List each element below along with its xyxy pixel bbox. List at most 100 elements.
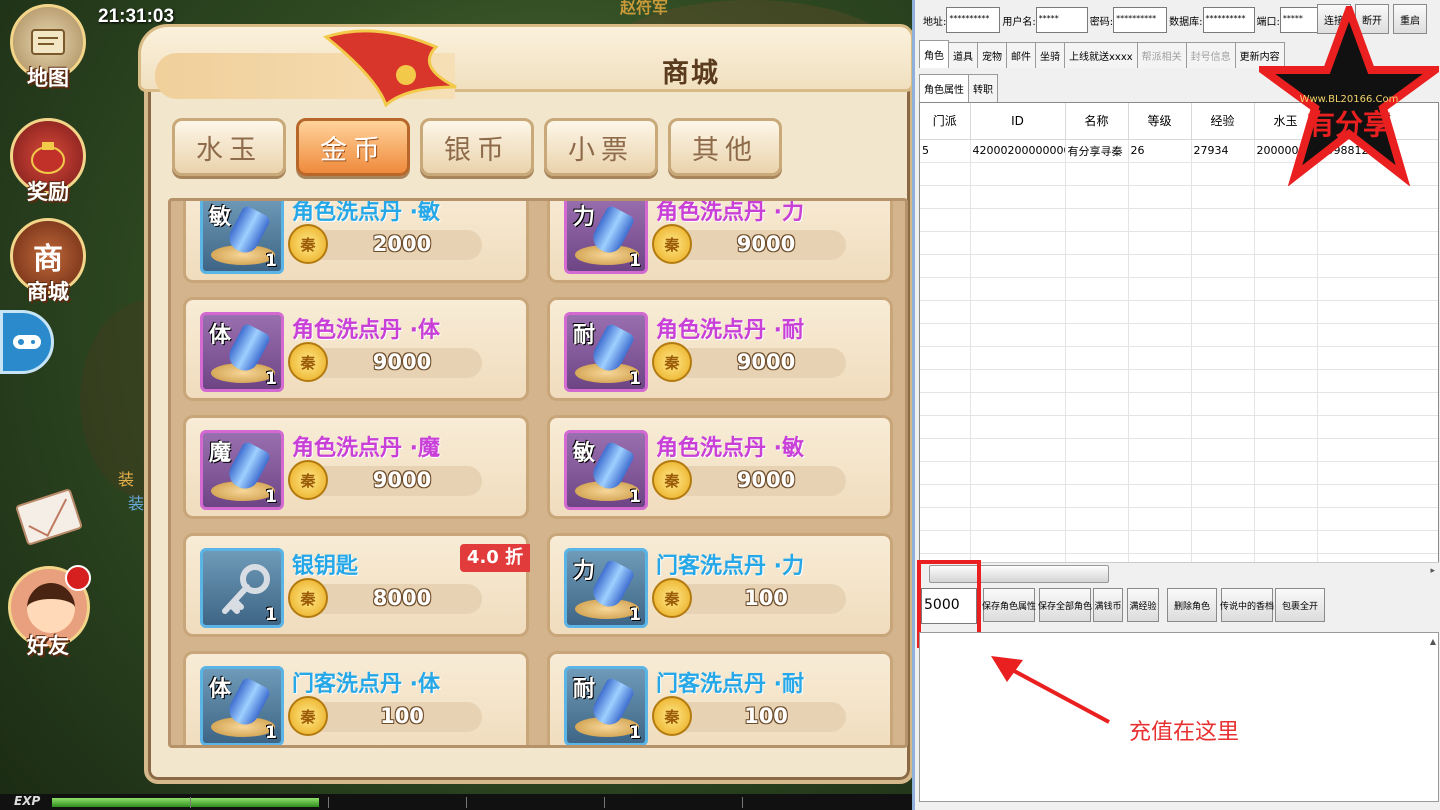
empty-cell — [920, 461, 971, 485]
item-quantity: 1 — [265, 369, 277, 389]
field-input[interactable]: ********** — [946, 7, 1001, 33]
item-stat-char: 敏 — [573, 441, 596, 466]
action-button[interactable]: 满经验 — [1127, 588, 1159, 622]
field-input[interactable]: ********** — [1202, 7, 1255, 33]
action-button[interactable]: 满钱币 — [1093, 588, 1123, 622]
shop-item-card[interactable]: 敏 1 角色洗点丹 ·敏秦 2000 — [183, 200, 529, 283]
price-bar: 秦 9000 — [288, 460, 482, 500]
item-quantity: 1 — [265, 487, 277, 507]
gamepad-icon[interactable] — [0, 310, 54, 374]
main-tab[interactable]: 坐骑 — [1035, 42, 1065, 68]
shop-item-card[interactable]: 耐 1 门客洗点丹 ·耐秦 100 — [547, 651, 893, 745]
empty-cell — [1254, 415, 1318, 439]
shop-item-card[interactable]: 体 1 角色洗点丹 ·体秦 9000 — [183, 297, 529, 401]
main-tab[interactable]: 帮派相关 — [1136, 42, 1187, 68]
notification-dot — [65, 565, 91, 591]
reward-button[interactable]: 奖励 — [4, 118, 92, 206]
column-header[interactable]: 名称 — [1065, 103, 1129, 140]
empty-cell — [1191, 461, 1255, 485]
shop-item-card[interactable]: 力 1 角色洗点丹 ·力秦 9000 — [547, 201, 893, 283]
tab-4[interactable]: 其他 — [668, 118, 782, 176]
column-header[interactable]: ID — [970, 103, 1066, 140]
mail-icon[interactable] — [14, 488, 84, 546]
coin-icon: 秦 — [288, 460, 328, 500]
exp-tick — [466, 797, 467, 808]
main-tab[interactable]: 上线就送xxxx — [1064, 42, 1138, 68]
action-button[interactable]: 删除角色 — [1167, 588, 1217, 622]
empty-cell — [1191, 369, 1255, 393]
shop-item-card[interactable]: 1 银钥匙秦 8000 4.0 折 — [183, 533, 530, 637]
field-input[interactable]: ***** — [1035, 7, 1088, 33]
tab-2[interactable]: 银币 — [420, 118, 534, 176]
shop-item-card[interactable]: 魔 1 角色洗点丹 ·魔秦 9000 — [183, 415, 529, 519]
item-icon: 耐1 — [564, 666, 648, 745]
shop-item-card[interactable]: 力 1 门客洗点丹 ·力秦 100 — [547, 533, 893, 637]
sub-tab[interactable]: 角色属性 — [919, 74, 969, 102]
empty-cell — [1065, 208, 1129, 232]
shop-item-card[interactable]: 耐 1 角色洗点丹 ·耐秦 9000 — [547, 297, 893, 401]
item-icon: 敏1 — [564, 430, 648, 510]
empty-cell — [1254, 438, 1318, 462]
item-name: 角色洗点丹 ·敏 — [292, 200, 441, 225]
empty-row — [920, 461, 1438, 485]
empty-cell — [1191, 346, 1255, 370]
shop-item-card[interactable]: 敏 1 角色洗点丹 ·敏秦 9000 — [547, 415, 893, 519]
empty-cell — [920, 231, 971, 255]
column-header[interactable]: 门派 — [920, 103, 971, 140]
empty-cell — [1317, 461, 1438, 485]
main-tab[interactable]: 角色 — [919, 40, 949, 68]
empty-cell — [1128, 507, 1192, 531]
empty-cell — [1191, 484, 1255, 508]
action-button[interactable]: 包裹全开 — [1275, 588, 1325, 622]
shop-button[interactable]: 商 商城 — [4, 218, 92, 306]
empty-row — [920, 415, 1438, 439]
map-button[interactable]: 地图 — [4, 4, 92, 92]
column-header[interactable]: 等级 — [1128, 103, 1192, 140]
item-name: 角色洗点丹 ·耐 — [656, 318, 805, 343]
empty-cell — [1191, 415, 1255, 439]
sub-tab[interactable]: 转职 — [968, 74, 998, 102]
column-header[interactable]: 经验 — [1191, 103, 1255, 140]
empty-cell — [1128, 438, 1192, 462]
empty-cell — [1065, 346, 1129, 370]
coin-icon: 秦 — [652, 224, 692, 264]
empty-cell — [1191, 323, 1255, 347]
empty-cell — [920, 162, 971, 186]
item-stat-char: 力 — [573, 205, 596, 230]
scroll-right-arrow-icon[interactable]: ▸ — [1430, 566, 1435, 576]
action-button[interactable]: 保存全部角色 — [1038, 588, 1092, 622]
price-bar: 秦 100 — [652, 696, 846, 736]
empty-cell — [1065, 438, 1129, 462]
empty-cell — [1254, 484, 1318, 508]
empty-cell — [970, 438, 1066, 462]
empty-cell — [1128, 369, 1192, 393]
main-tab[interactable]: 道具 — [948, 42, 978, 68]
shop-item-card[interactable]: 体 1 门客洗点丹 ·体秦 100 — [183, 651, 529, 745]
item-stat-char: 耐 — [573, 323, 596, 348]
empty-cell — [1254, 392, 1318, 416]
empty-cell — [1065, 185, 1129, 209]
item-price: 9000 — [736, 350, 796, 374]
empty-cell — [1317, 185, 1438, 209]
main-tab[interactable]: 邮件 — [1006, 42, 1036, 68]
main-tab[interactable]: 宠物 — [977, 42, 1007, 68]
field-input[interactable]: ********** — [1113, 7, 1168, 33]
horizontal-scrollbar[interactable]: ▸ — [919, 562, 1439, 584]
price-bar: 秦 9000 — [652, 224, 846, 264]
action-row: 5000 保存角色属性 保存全部角色 满钱币 满经验 删除角色 传说中的香档 包裹全开 — [919, 588, 1439, 624]
main-tab[interactable]: 封号信息 — [1185, 42, 1236, 68]
action-button[interactable]: 保存角色属性 — [982, 588, 1036, 622]
empty-cell — [920, 323, 971, 347]
tab-3[interactable]: 小票 — [544, 118, 658, 176]
empty-cell — [1191, 162, 1255, 186]
log-scroll-up-icon[interactable]: ▲ — [1430, 637, 1436, 646]
item-name: 门客洗点丹 ·力 — [656, 554, 805, 579]
empty-cell — [1128, 415, 1192, 439]
tab-0[interactable]: 水玉 — [172, 118, 286, 176]
shop-item-list[interactable]: 敏 1 角色洗点丹 ·敏秦 2000 力 1 角色洗点丹 ·力秦 9000 体 1 角色洗点丹 ·体… — [168, 198, 908, 748]
action-button[interactable]: 传说中的香档 — [1220, 588, 1274, 622]
empty-row — [920, 254, 1438, 278]
tab-1[interactable]: 金币 — [296, 118, 410, 176]
empty-cell — [920, 530, 971, 554]
empty-cell — [970, 415, 1066, 439]
